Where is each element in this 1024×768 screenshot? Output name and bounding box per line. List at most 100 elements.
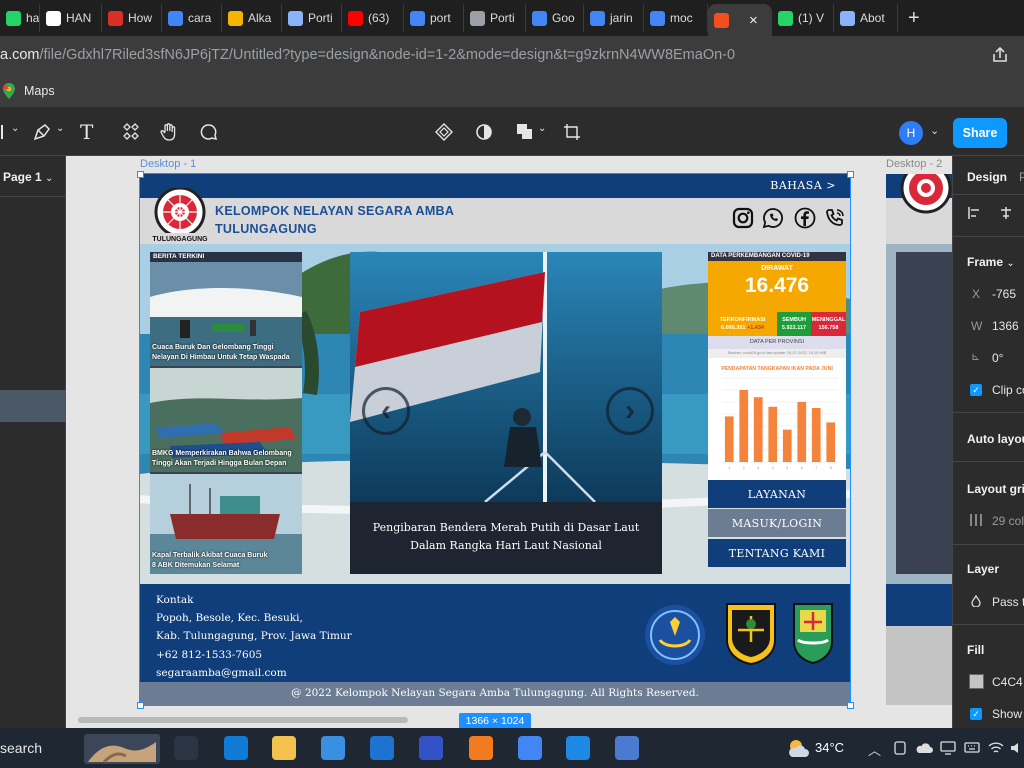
keyboard-icon[interactable] xyxy=(964,741,980,755)
instagram-icon[interactable] xyxy=(732,207,754,229)
design-canvas[interactable]: Desktop - 1 Desktop - 2 BAHASA > TULUNGA… xyxy=(66,156,952,728)
chevron-down-icon[interactable]: ⌄ xyxy=(930,124,939,137)
close-tab-icon[interactable]: × xyxy=(749,12,758,29)
url-text[interactable]: a.com/file/Gdxhl7Riled3sfN6JP6jTZ/Untitl… xyxy=(0,47,735,63)
browser-tab[interactable]: HAN xyxy=(40,4,102,32)
horizontal-scrollbar[interactable] xyxy=(78,717,408,723)
browser-tab[interactable]: × xyxy=(708,4,772,36)
align-center-icon[interactable] xyxy=(999,206,1013,220)
browser-tab[interactable]: Abot xyxy=(834,4,898,32)
chevron-up-icon[interactable]: ︿ xyxy=(868,740,881,759)
grid-value[interactable]: 29 colu xyxy=(992,514,1024,528)
facebook-icon[interactable] xyxy=(794,207,816,229)
pen-tool-icon[interactable] xyxy=(32,122,52,142)
clip-content-checkbox[interactable]: ✓ xyxy=(970,384,982,396)
frame-label-desktop-1[interactable]: Desktop - 1 xyxy=(140,158,196,170)
desktop-frame[interactable]: BAHASA > TULUNGAGUNG KELOMPOK NELAYAN SE… xyxy=(139,173,851,706)
frame-label-desktop-2[interactable]: Desktop - 2 xyxy=(886,158,942,170)
comment-tool-icon[interactable] xyxy=(199,122,219,142)
tab-prototype[interactable]: P xyxy=(1019,170,1024,184)
browser-tab[interactable]: Alka xyxy=(222,4,282,32)
rotation-input[interactable]: 0° xyxy=(992,351,1003,365)
whatsapp-icon[interactable] xyxy=(762,207,784,229)
search-highlight-image[interactable] xyxy=(84,734,160,764)
browser-tab[interactable]: (1) V xyxy=(772,4,834,32)
carousel-prev-icon[interactable]: ‹ xyxy=(362,387,410,435)
menu-tentang-button[interactable]: TENTANG KAMI xyxy=(708,539,846,567)
user-avatar[interactable]: H xyxy=(899,121,923,145)
chevron-down-icon[interactable]: ⌄ xyxy=(56,123,76,143)
tab-design[interactable]: Design xyxy=(967,170,1007,184)
share-page-icon[interactable] xyxy=(990,45,1010,65)
fill-color-swatch[interactable] xyxy=(969,674,984,689)
components-icon[interactable] xyxy=(121,122,141,142)
text-tool-icon[interactable]: T xyxy=(80,120,100,144)
blend-mode-select[interactable]: Pass th xyxy=(992,595,1024,609)
network-ethernet-icon[interactable] xyxy=(940,741,956,755)
desktop-frame-2-preview[interactable] xyxy=(886,174,952,705)
mail-icon[interactable] xyxy=(370,736,394,760)
hand-tool-icon[interactable] xyxy=(159,122,179,142)
browser-tab[interactable]: jarin xyxy=(584,4,644,32)
share-button[interactable]: Share xyxy=(953,118,1007,148)
taskbar-search[interactable]: search xyxy=(0,740,42,756)
new-tab-icon[interactable]: + xyxy=(898,7,930,30)
columns-grid-icon[interactable] xyxy=(969,513,983,527)
browser-tab[interactable]: Porti xyxy=(464,4,526,32)
browser-tab[interactable]: hat xyxy=(0,4,40,32)
address-bar[interactable]: a.com/file/Gdxhl7Riled3sfN6JP6jTZ/Untitl… xyxy=(0,36,1024,74)
file-explorer-icon[interactable] xyxy=(272,736,296,760)
chevron-down-icon[interactable]: ⌄ xyxy=(11,123,31,143)
bookmark-maps[interactable]: Maps xyxy=(0,82,55,99)
selection-handle[interactable] xyxy=(137,702,144,709)
affinity-icon[interactable] xyxy=(419,736,443,760)
menu-login-button[interactable]: MASUK/LOGIN xyxy=(708,509,846,537)
news-item[interactable]: Cuaca Buruk Dan Gelombang Tinggi Nelayan … xyxy=(150,262,302,366)
crop-icon[interactable] xyxy=(562,122,582,142)
x-input[interactable]: -765 xyxy=(992,287,1016,301)
frame-heading[interactable]: Frame ⌄ xyxy=(967,255,1015,269)
covid-province-link[interactable]: DATA PER PROVINSI xyxy=(708,336,846,349)
mask-icon[interactable] xyxy=(474,122,494,142)
chrome-icon[interactable] xyxy=(518,736,542,760)
carousel-next-icon[interactable]: › xyxy=(606,387,654,435)
menu-layanan-button[interactable]: LAYANAN xyxy=(708,480,846,508)
device-icon[interactable] xyxy=(893,741,907,755)
fill-hex-input[interactable]: C4C4 xyxy=(992,675,1023,689)
browser-tab[interactable]: (63) xyxy=(342,4,404,32)
volume-icon[interactable] xyxy=(1010,741,1024,755)
component-diamond-icon[interactable] xyxy=(434,122,454,142)
align-left-icon[interactable] xyxy=(967,206,981,220)
onedrive-cloud-icon[interactable] xyxy=(915,742,933,754)
layout-grid-heading[interactable]: Layout grid xyxy=(967,482,1024,496)
vscode-icon[interactable] xyxy=(566,736,590,760)
browser-tab[interactable]: port xyxy=(404,4,464,32)
virtualbox-icon[interactable] xyxy=(615,736,639,760)
browser-tab[interactable]: How xyxy=(102,4,162,32)
selected-layer-row[interactable] xyxy=(0,390,66,422)
wifi-icon[interactable] xyxy=(988,741,1004,755)
selection-handle[interactable] xyxy=(847,702,854,709)
xampp-icon[interactable] xyxy=(469,736,493,760)
browser-tab[interactable]: cara xyxy=(162,4,222,32)
edge-icon[interactable] xyxy=(224,736,248,760)
contact-email[interactable]: segaraamba@gmail.com xyxy=(156,664,352,682)
selection-handle[interactable] xyxy=(137,171,144,178)
chevron-down-icon[interactable]: ⌄ xyxy=(538,123,558,143)
news-item[interactable]: BMKG Memperkirakan Bahwa Gelombang Tinggi… xyxy=(150,368,302,472)
contact-phone[interactable]: +62 812-1533-7605 xyxy=(156,646,352,664)
ms-store-icon[interactable] xyxy=(321,736,345,760)
boolean-union-icon[interactable] xyxy=(515,122,535,142)
org-logo[interactable]: TULUNGAGUNG xyxy=(150,188,210,244)
auto-layout-heading[interactable]: Auto layou xyxy=(967,432,1024,446)
language-link[interactable]: BAHASA > xyxy=(770,179,836,192)
selection-handle[interactable] xyxy=(847,171,854,178)
weather-sunny-cloud-icon[interactable] xyxy=(786,737,810,759)
weather-temperature[interactable]: 34°C xyxy=(815,740,844,755)
browser-tab[interactable]: moc xyxy=(644,4,708,32)
task-view-icon[interactable] xyxy=(174,736,198,760)
browser-tab[interactable]: Porti xyxy=(282,4,342,32)
page-selector[interactable]: Page 1 ⌄ xyxy=(3,170,53,184)
show-in-exports-checkbox[interactable]: ✓ xyxy=(970,708,982,720)
phone-icon[interactable] xyxy=(824,207,846,229)
